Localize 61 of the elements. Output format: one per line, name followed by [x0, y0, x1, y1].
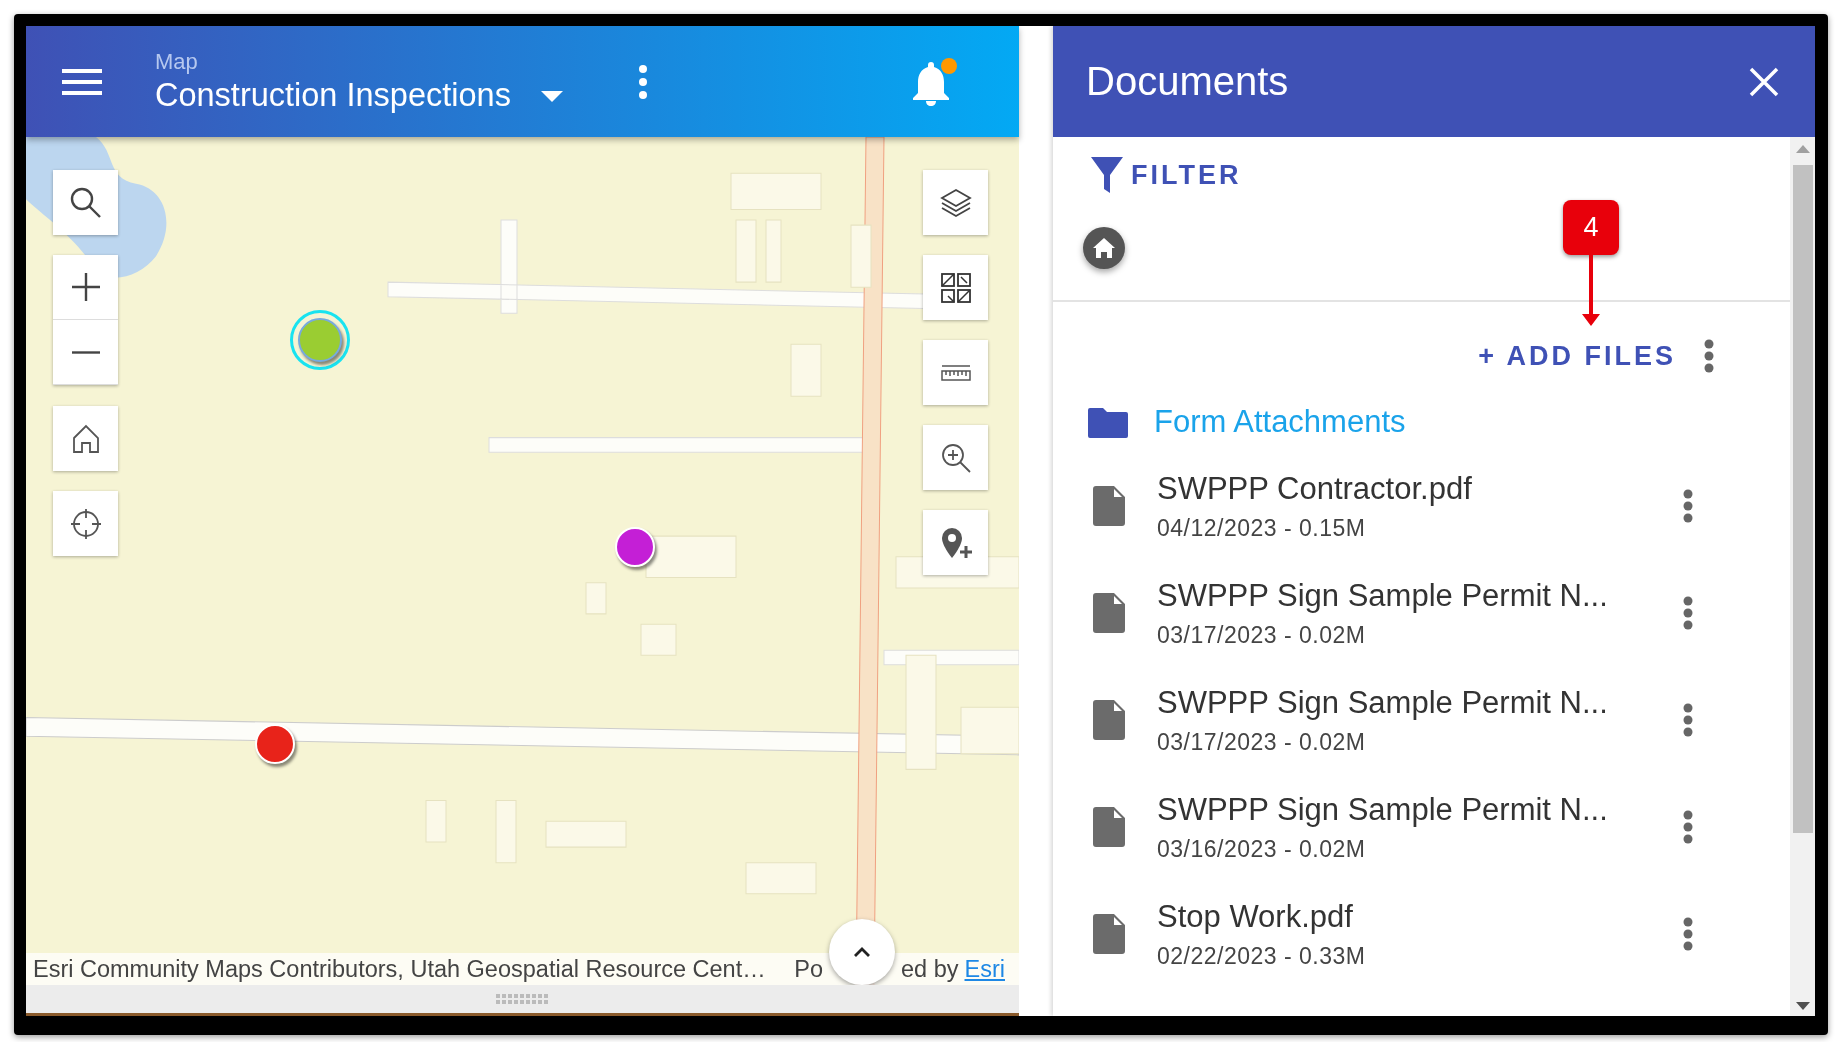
file-name[interactable]: SWPPP Sign Sample Permit N...	[1157, 682, 1677, 723]
file-name[interactable]: SWPPP Contractor.pdf	[1157, 468, 1677, 509]
zoom-to-button[interactable]	[923, 425, 988, 490]
arrow-drawing	[1582, 254, 1600, 326]
file-icon	[1093, 913, 1125, 954]
file-details: 03/16/2023 - 0.02M	[1157, 834, 1367, 864]
close-button[interactable]	[1749, 66, 1779, 97]
file-icon	[1093, 592, 1125, 633]
more-options-icon[interactable]	[638, 64, 647, 99]
zoom-out-icon	[71, 350, 100, 354]
close-icon	[1749, 66, 1779, 97]
locate-button[interactable]	[53, 491, 118, 556]
file-name[interactable]: SWPPP Sign Sample Permit N...	[1157, 789, 1677, 830]
notification-bell-icon[interactable]	[911, 59, 951, 106]
more-options-icon	[1683, 916, 1693, 951]
filter-button[interactable]: FILTER	[1091, 155, 1242, 195]
file-name[interactable]: Stop Work.pdf	[1157, 896, 1677, 937]
esri-link[interactable]: Esri	[964, 955, 1005, 983]
file-details: 03/17/2023 - 0.02M	[1157, 620, 1367, 650]
add-files-button[interactable]: + ADD FILES	[1478, 340, 1704, 372]
scroll-up-icon	[1795, 145, 1810, 153]
filter-icon	[1091, 155, 1123, 195]
scrollbar-thumb[interactable]	[1792, 165, 1813, 833]
basemap-gallery-icon	[938, 270, 973, 305]
dropdown-caret-icon[interactable]	[540, 90, 563, 103]
zoom-in-button[interactable]	[53, 255, 118, 320]
file-icon	[1093, 699, 1125, 740]
more-options-icon[interactable]	[1704, 339, 1714, 373]
home-button[interactable]	[1083, 227, 1125, 269]
search-icon	[68, 185, 103, 220]
file-details: 03/17/2023 - 0.02M	[1157, 727, 1367, 757]
more-options-icon	[1683, 702, 1693, 737]
more-options-icon	[1683, 809, 1693, 844]
menu-icon[interactable]	[62, 66, 102, 97]
folder-icon	[1088, 406, 1128, 438]
callout-badge: 4	[1563, 200, 1619, 255]
file-icon	[1093, 485, 1125, 526]
map-label: Map	[155, 48, 199, 75]
more-options-icon	[1683, 595, 1693, 630]
drag-handle-icon[interactable]	[495, 994, 550, 1004]
powered-by-text: ed by	[901, 955, 959, 983]
panel-title: Documents	[1086, 59, 1290, 104]
map-title[interactable]: Construction Inspections	[155, 74, 511, 115]
locate-icon	[68, 506, 103, 541]
home-icon	[1092, 237, 1116, 259]
attribution-text: Esri Community Maps Contributors, Utah Geospatial Resource Cent…	[33, 955, 766, 983]
scrollbar[interactable]	[1790, 137, 1815, 1016]
measure-button[interactable]	[923, 340, 988, 405]
basemap-gallery-button[interactable]	[923, 255, 988, 320]
file-details: 04/12/2023 - 0.15M	[1157, 513, 1367, 543]
layers-button[interactable]	[923, 170, 988, 235]
scroll-down-icon	[1795, 1002, 1810, 1010]
powered-by-text: Po	[794, 955, 823, 983]
chevron-up-icon	[853, 946, 871, 958]
add-location-button[interactable]	[923, 510, 988, 575]
file-icon	[1093, 806, 1125, 847]
more-options-icon	[1683, 488, 1693, 523]
file-details: 02/22/2023 - 0.33M	[1157, 941, 1367, 971]
search-button[interactable]	[53, 170, 118, 235]
file-name[interactable]: SWPPP Sign Sample Permit N...	[1157, 575, 1677, 616]
home-button[interactable]	[53, 406, 118, 471]
